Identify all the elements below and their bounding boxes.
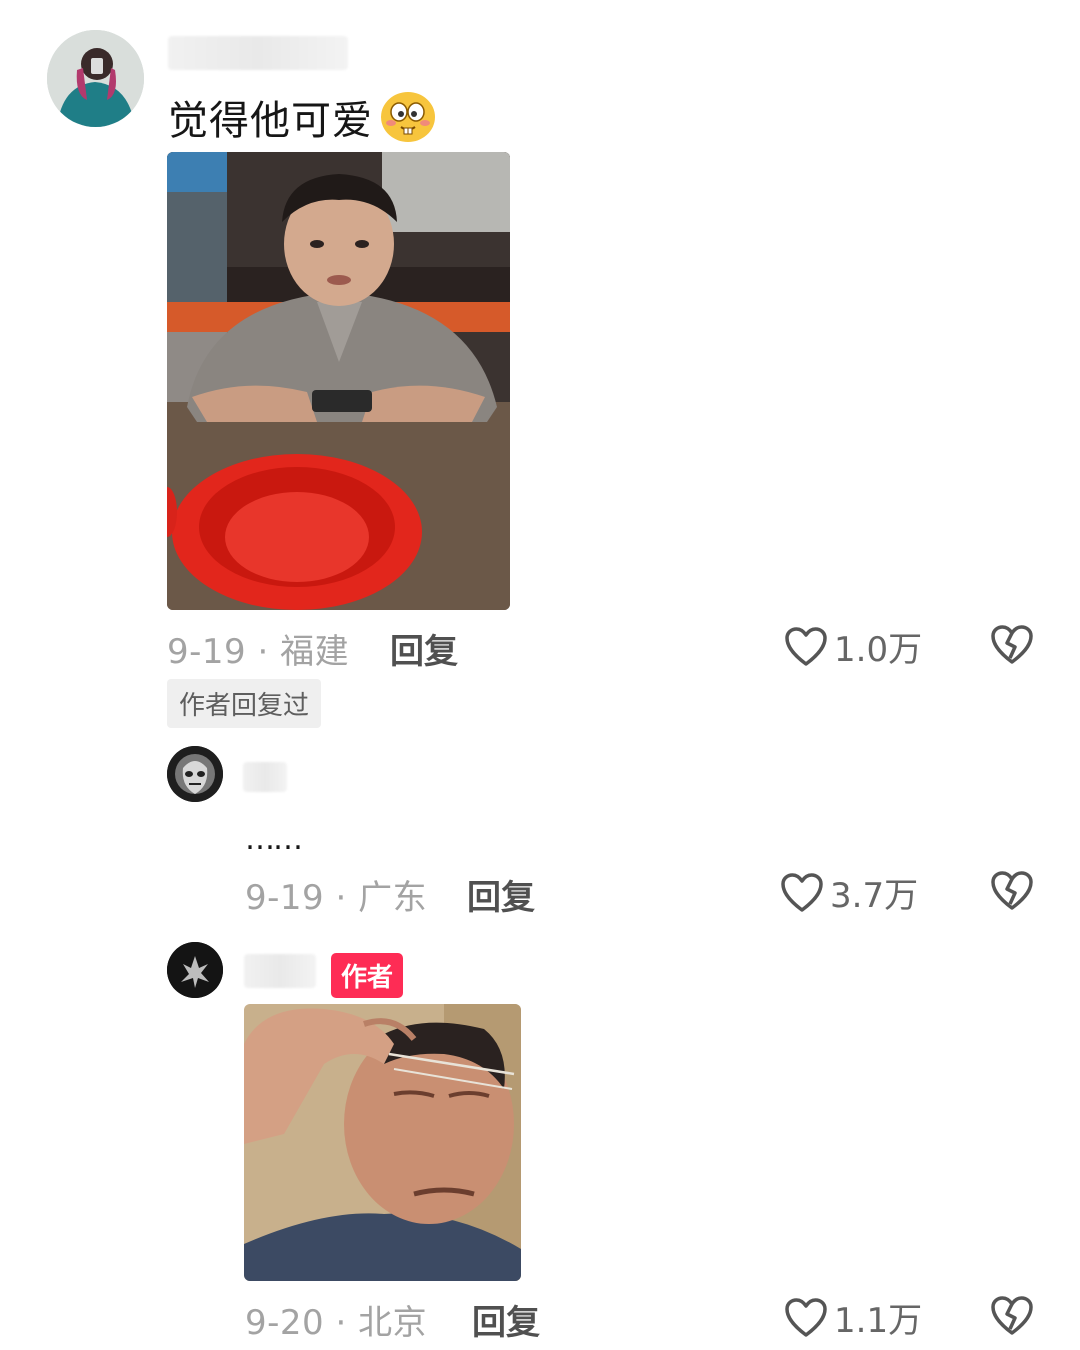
comment-date-location: 9-20 · 北京 bbox=[245, 1303, 428, 1343]
username[interactable] bbox=[244, 954, 316, 988]
reply-button[interactable]: 回复 bbox=[472, 1295, 540, 1344]
like-count: 1.0万 bbox=[834, 630, 923, 670]
comment-image[interactable] bbox=[244, 1004, 521, 1281]
username[interactable] bbox=[243, 762, 287, 792]
heart-outline-icon bbox=[784, 1297, 828, 1339]
author-replied-tag: 作者回复过 bbox=[167, 679, 322, 728]
username[interactable] bbox=[168, 36, 348, 70]
comment-date-location: 9-19 · 福建 bbox=[167, 632, 350, 672]
comment-image[interactable] bbox=[167, 152, 510, 610]
goofy-face-emoji-icon bbox=[379, 90, 437, 144]
comment-date-location: 9-19 · 广东 bbox=[245, 878, 428, 918]
avatar[interactable] bbox=[167, 942, 223, 998]
like-button[interactable]: 1.0万 bbox=[784, 622, 922, 671]
broken-heart-icon[interactable] bbox=[990, 624, 1034, 666]
avatar[interactable] bbox=[167, 746, 223, 802]
like-count: 3.7万 bbox=[830, 876, 919, 916]
heart-outline-icon bbox=[780, 872, 824, 914]
avatar[interactable] bbox=[47, 30, 144, 127]
reply-button[interactable]: 回复 bbox=[467, 870, 535, 919]
like-button[interactable]: 1.1万 bbox=[784, 1293, 922, 1342]
broken-heart-icon[interactable] bbox=[990, 1295, 1034, 1337]
comment-text: 觉得他可爱 bbox=[168, 98, 373, 144]
broken-heart-icon[interactable] bbox=[990, 870, 1034, 912]
comment-text: …… bbox=[245, 822, 303, 857]
heart-outline-icon bbox=[784, 626, 828, 668]
like-button[interactable]: 3.7万 bbox=[780, 868, 918, 917]
like-count: 1.1万 bbox=[834, 1301, 923, 1341]
author-badge: 作者 bbox=[331, 953, 404, 998]
reply-button[interactable]: 回复 bbox=[390, 624, 458, 673]
